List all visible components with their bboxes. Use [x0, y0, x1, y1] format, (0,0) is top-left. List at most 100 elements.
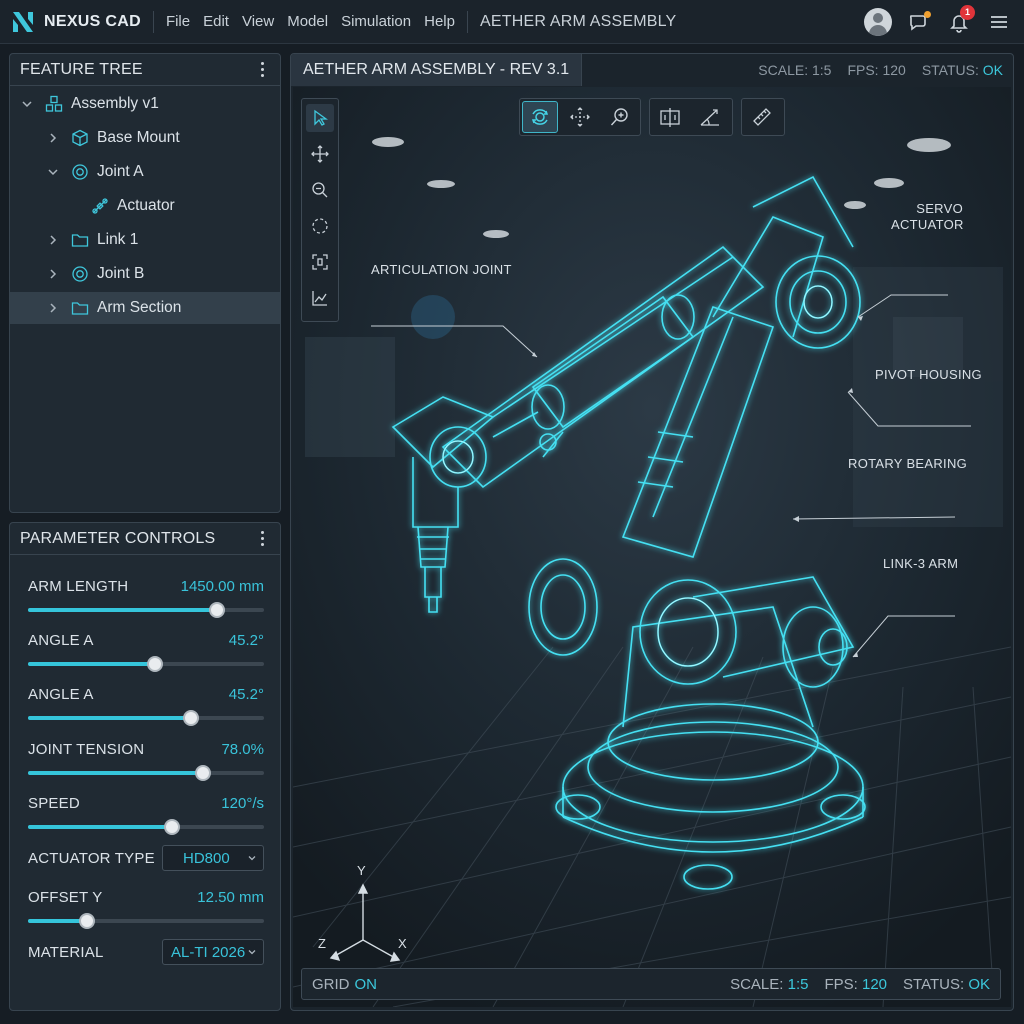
chevron-right-icon[interactable]: [46, 267, 60, 281]
arm-length-slider[interactable]: [28, 602, 264, 618]
zoom-in-icon: [610, 108, 628, 126]
menu-model[interactable]: Model: [287, 13, 328, 30]
tree-item-label: Assembly v1: [71, 95, 159, 112]
user-avatar[interactable]: [864, 8, 892, 36]
tree-item-base-mount[interactable]: Base Mount: [10, 122, 280, 154]
axis-label-y: Y: [357, 863, 366, 878]
menu-file[interactable]: File: [166, 13, 190, 30]
zoom-in-button[interactable]: [602, 101, 638, 133]
speed-slider[interactable]: [28, 819, 264, 835]
slider-fill: [28, 825, 172, 829]
fit-view-button[interactable]: [306, 248, 334, 276]
slider-handle[interactable]: [182, 710, 199, 726]
status-bar-status: STATUS: OK: [903, 975, 990, 993]
material-select[interactable]: AL-TI 2026: [162, 939, 264, 965]
view-tools-toolbar: [301, 98, 339, 322]
slider-handle[interactable]: [147, 656, 164, 672]
grid-toggle[interactable]: GRID ON: [312, 969, 377, 999]
kebab-menu-icon[interactable]: [254, 61, 270, 79]
callout-articulation-joint: ARTICULATION JOINT: [371, 262, 512, 277]
cube-icon: [70, 128, 90, 148]
viewport-tab[interactable]: AETHER ARM ASSEMBLY - REV 3.1: [291, 54, 583, 86]
tree-item-label: Link 1: [97, 231, 139, 248]
offset-y-slider[interactable]: [28, 913, 264, 929]
hamburger-icon: [991, 16, 1007, 28]
pan-tool-button[interactable]: [306, 140, 334, 168]
notifications-button[interactable]: 1: [946, 5, 975, 35]
tree-item-arm-section[interactable]: Arm Section: [10, 292, 280, 324]
tree-item-joint-a[interactable]: Joint A: [10, 156, 280, 188]
ruler-icon: [753, 108, 771, 126]
parameter-controls-panel: PARAMETER CONTROLS ARM LENGTH 1450.00 mm…: [9, 522, 281, 1011]
app-name: NEXUS CAD: [44, 12, 141, 30]
angle-a-2-slider[interactable]: [28, 710, 264, 726]
param-value-angle-a-2: 45.2°: [228, 686, 264, 703]
pan-arrows-icon: [570, 107, 590, 127]
actuator-type-select[interactable]: HD800: [162, 845, 264, 871]
slider-fill: [28, 608, 217, 612]
param-label-material: MATERIAL: [28, 944, 104, 961]
move-icon: [311, 145, 329, 163]
panel-title: PARAMETER CONTROLS: [20, 529, 216, 547]
viewport-status-bar: GRID ON SCALE: 1:5 FPS: 120 STATUS: OK: [301, 968, 1001, 1000]
chat-button[interactable]: [906, 9, 932, 35]
status-readout: STATUS: OK: [921, 62, 1003, 78]
pan-view-button[interactable]: [562, 101, 598, 133]
zoom-tool-button[interactable]: [306, 176, 334, 204]
param-value-arm-length: 1450.00 mm: [180, 578, 264, 595]
hamburger-menu-button[interactable]: [986, 9, 1012, 35]
status-bar-scale: SCALE: 1:5: [730, 975, 809, 993]
chevron-right-icon[interactable]: [46, 131, 60, 145]
chevron-right-icon[interactable]: [46, 233, 60, 247]
slider-handle[interactable]: [79, 913, 95, 929]
divider: [152, 10, 154, 33]
slider-fill: [28, 716, 191, 720]
document-title: AETHER ARM ASSEMBLY: [479, 12, 677, 30]
box-select-button[interactable]: [306, 212, 334, 240]
slider-handle[interactable]: [163, 819, 180, 835]
ruler-button[interactable]: [744, 101, 780, 133]
angle-a-slider[interactable]: [28, 656, 264, 672]
slider-handle[interactable]: [208, 602, 225, 618]
3d-viewport[interactable]: AETHER ARM ASSEMBLY - REV 3.1 SCALE: 1:5…: [290, 53, 1014, 1011]
kebab-menu-icon[interactable]: [254, 530, 270, 548]
menu-help[interactable]: Help: [424, 13, 455, 30]
tree-item-assembly[interactable]: Assembly v1: [10, 88, 280, 120]
tree-item-actuator[interactable]: Actuator: [10, 190, 280, 222]
section-view-button[interactable]: [652, 101, 688, 133]
select-value: HD800: [183, 849, 230, 867]
cursor-icon: [314, 109, 328, 126]
chevron-down-icon[interactable]: [46, 165, 60, 179]
scale-readout: SCALE: 1:5: [758, 62, 832, 78]
graph-tool-button[interactable]: [306, 284, 334, 312]
grid-state: ON: [354, 975, 378, 993]
param-value-speed: 120°/s: [221, 795, 264, 812]
axis-label-z: Z: [318, 936, 327, 951]
section-plane-icon: [660, 108, 680, 127]
orbit-icon: [531, 109, 549, 125]
callout-link-3-arm: LINK-3 ARM: [883, 556, 959, 571]
slider-handle[interactable]: [194, 765, 211, 781]
zoom-out-icon: [312, 182, 328, 198]
tree-item-joint-b[interactable]: Joint B: [10, 258, 280, 290]
measure-angle-button[interactable]: [692, 101, 728, 133]
select-tool-button[interactable]: [306, 104, 334, 132]
tree-item-link-1[interactable]: Link 1: [10, 224, 280, 256]
menu-view[interactable]: View: [242, 13, 274, 30]
slider-fill: [28, 662, 156, 666]
chevron-right-icon[interactable]: [46, 301, 60, 315]
param-label-joint-tension: JOINT TENSION: [28, 741, 145, 758]
orbit-button[interactable]: [522, 101, 558, 133]
joint-icon: [70, 264, 90, 284]
param-label-angle-a: ANGLE A: [28, 632, 94, 649]
graph-icon: [312, 291, 327, 306]
menu-simulation[interactable]: Simulation: [341, 13, 411, 30]
ruler-tools-toolbar: [741, 98, 785, 136]
dashed-select-icon: [312, 218, 328, 234]
joint-tension-slider[interactable]: [28, 765, 264, 781]
chevron-down-icon[interactable]: [20, 97, 34, 111]
menu-edit[interactable]: Edit: [203, 13, 229, 30]
param-value-joint-tension: 78.0%: [221, 741, 264, 758]
panel-title: FEATURE TREE: [20, 60, 143, 78]
param-value-angle-a: 45.2°: [228, 632, 264, 649]
